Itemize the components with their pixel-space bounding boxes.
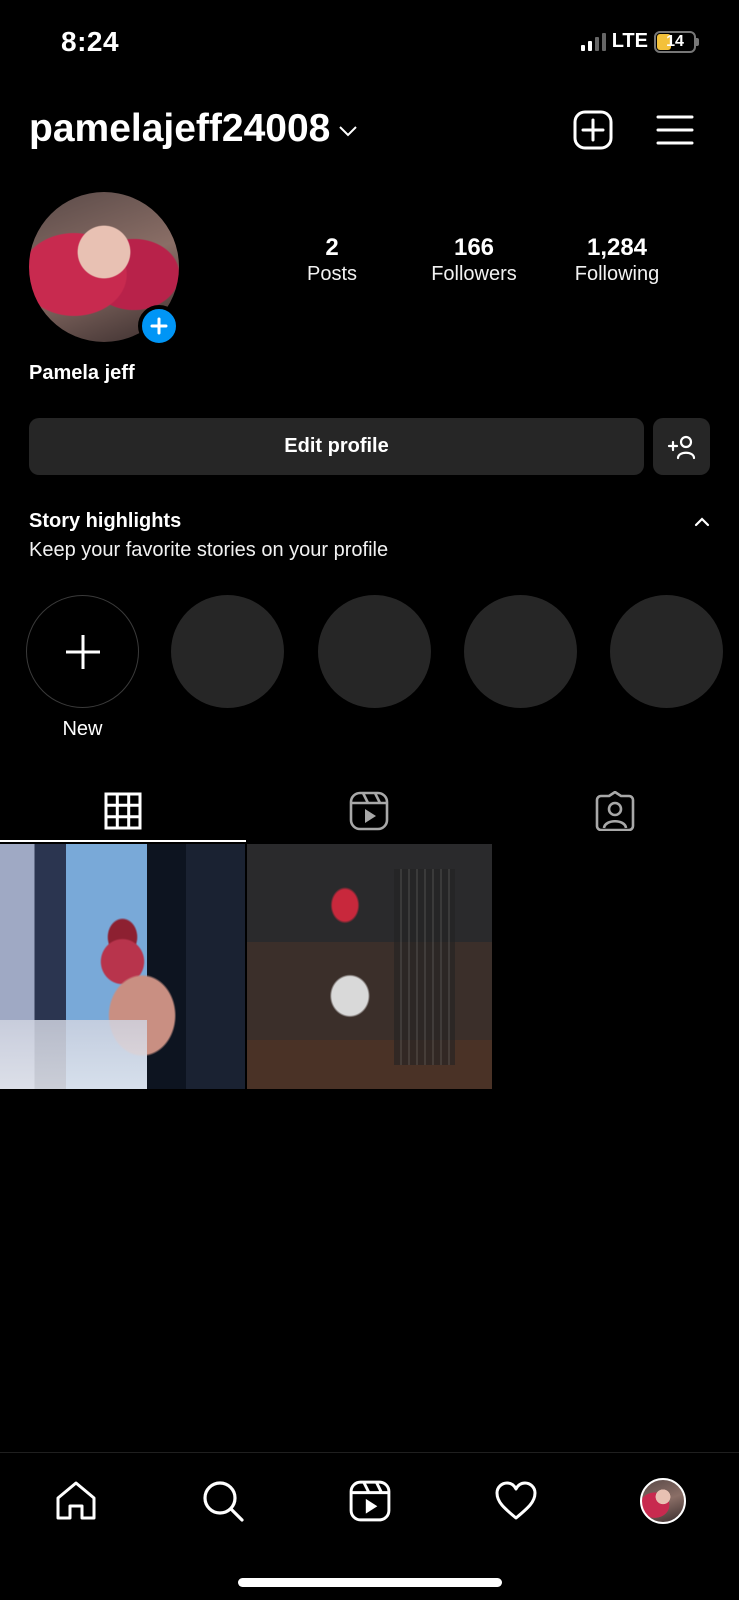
add-person-icon	[667, 435, 695, 459]
posts-count: 2	[325, 234, 339, 261]
followers-count: 166	[453, 234, 495, 261]
reels-icon	[349, 1480, 391, 1522]
heart-icon	[495, 1481, 537, 1520]
profile-avatar	[640, 1478, 686, 1524]
new-highlight-button[interactable]	[26, 595, 139, 708]
tagged-icon	[595, 791, 635, 831]
following-count: 1,284	[586, 234, 648, 261]
status-indicators: LTE 14	[580, 30, 699, 53]
followers-label: Followers	[431, 263, 517, 286]
highlight-placeholder	[464, 595, 577, 708]
tab-reels[interactable]	[246, 780, 492, 842]
highlights-title: Story highlights	[29, 510, 182, 532]
signal-icon	[580, 32, 606, 51]
grid-icon	[104, 792, 142, 830]
highlight-placeholder	[610, 595, 723, 708]
new-highlight-label: New	[62, 718, 103, 740]
home-indicator	[238, 1578, 502, 1587]
highlight-placeholder	[171, 595, 284, 708]
plus-square-icon	[573, 110, 613, 150]
battery-level: 14	[666, 32, 684, 50]
discover-people-button[interactable]	[653, 418, 710, 475]
highlight-placeholder	[318, 595, 431, 708]
status-time: 8:24	[61, 26, 120, 57]
account-switcher[interactable]: pamelajeff24008	[29, 107, 358, 151]
post-thumbnail[interactable]	[0, 844, 245, 1089]
add-story-button[interactable]	[138, 305, 180, 347]
chevron-down-icon	[338, 118, 358, 144]
active-tab-indicator	[0, 840, 246, 842]
plus-icon	[65, 634, 100, 669]
battery-icon: 14	[654, 30, 696, 53]
network-label: LTE	[611, 30, 648, 52]
collapse-highlights-button[interactable]	[690, 512, 714, 532]
chevron-up-icon	[694, 517, 710, 527]
post-thumbnail[interactable]	[247, 844, 492, 1089]
posts-label: Posts	[306, 263, 358, 286]
nav-home[interactable]	[48, 1473, 104, 1529]
following-label: Following	[574, 263, 660, 286]
tab-tagged[interactable]	[492, 780, 738, 842]
create-button[interactable]	[571, 108, 615, 152]
username: pamelajeff24008	[29, 107, 331, 150]
tab-posts-grid[interactable]	[0, 780, 246, 842]
menu-button[interactable]	[653, 108, 697, 152]
nav-reels[interactable]	[342, 1473, 398, 1529]
nav-profile[interactable]	[635, 1473, 691, 1529]
following-stat[interactable]: 1,284 Following	[547, 234, 687, 288]
hamburger-menu-icon	[656, 115, 694, 145]
home-icon	[56, 1481, 96, 1520]
highlights-subtitle: Keep your favorite stories on your profi…	[29, 539, 389, 561]
nav-activity[interactable]	[488, 1473, 544, 1529]
plus-icon	[150, 317, 168, 335]
full-name: Pamela jeff	[29, 362, 135, 384]
posts-stat[interactable]: 2 Posts	[262, 234, 402, 288]
followers-stat[interactable]: 166 Followers	[404, 234, 544, 288]
search-icon	[203, 1481, 244, 1522]
nav-search[interactable]	[195, 1473, 251, 1529]
edit-profile-button[interactable]: Edit profile	[29, 418, 644, 475]
reels-icon	[349, 791, 389, 831]
